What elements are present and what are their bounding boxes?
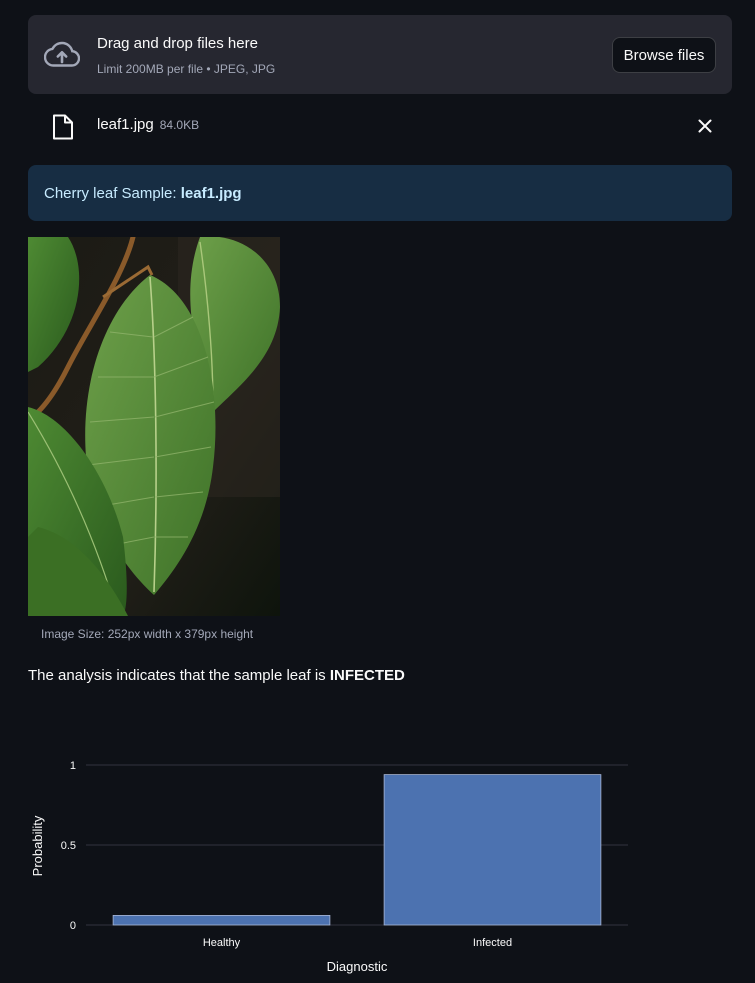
leaf-photo (28, 237, 280, 616)
y-tick-label: 0 (70, 920, 76, 932)
info-filename: leaf1.jpg (180, 184, 242, 202)
info-prefix: Cherry leaf Sample: (44, 184, 181, 202)
file-uploader-dropzone[interactable]: Drag and drop files here Limit 200MB per… (28, 15, 732, 94)
result-verdict: INFECTED (329, 667, 405, 684)
file-size: 84.0KB (159, 118, 200, 132)
analysis-result: The analysis indicates that the sample l… (28, 667, 405, 684)
leaf-sample-image (28, 237, 280, 616)
x-tick-label: Infected (473, 937, 512, 949)
chart-y-ticks: 00.51 (61, 760, 76, 932)
x-tick-label: Healthy (203, 937, 241, 949)
dropzone-title: Drag and drop files here (97, 35, 258, 52)
result-prefix: The analysis indicates that the sample l… (28, 667, 330, 684)
probability-bar-chart: 00.51 Healthy Infected Diagnostic Probabi… (30, 760, 628, 974)
close-icon[interactable] (696, 117, 714, 135)
y-tick-label: 0.5 (61, 840, 76, 852)
y-tick-label: 1 (70, 760, 76, 772)
chart-y-axis-label: Probability (30, 815, 45, 876)
uploaded-file-name: leaf1.jpg 84.0KB (97, 116, 199, 133)
file-name-text: leaf1.jpg (97, 116, 154, 133)
bar-healthy (112, 914, 331, 926)
file-icon (53, 114, 73, 140)
image-caption: Image Size: 252px width x 379px height (41, 627, 254, 641)
dropzone-limit-text: Limit 200MB per file • JPEG, JPG (97, 62, 276, 76)
chart-x-axis-label: Diagnostic (327, 959, 388, 974)
cloud-upload-icon (44, 41, 80, 67)
bar-infected (383, 774, 602, 926)
sample-info-alert: Cherry leaf Sample: leaf1.jpg (28, 165, 732, 221)
browse-files-button[interactable]: Browse files (612, 37, 716, 73)
chart-bars (112, 774, 602, 926)
chart-x-ticks: Healthy Infected (203, 937, 512, 949)
uploaded-file-row: leaf1.jpg 84.0KB (28, 108, 732, 144)
